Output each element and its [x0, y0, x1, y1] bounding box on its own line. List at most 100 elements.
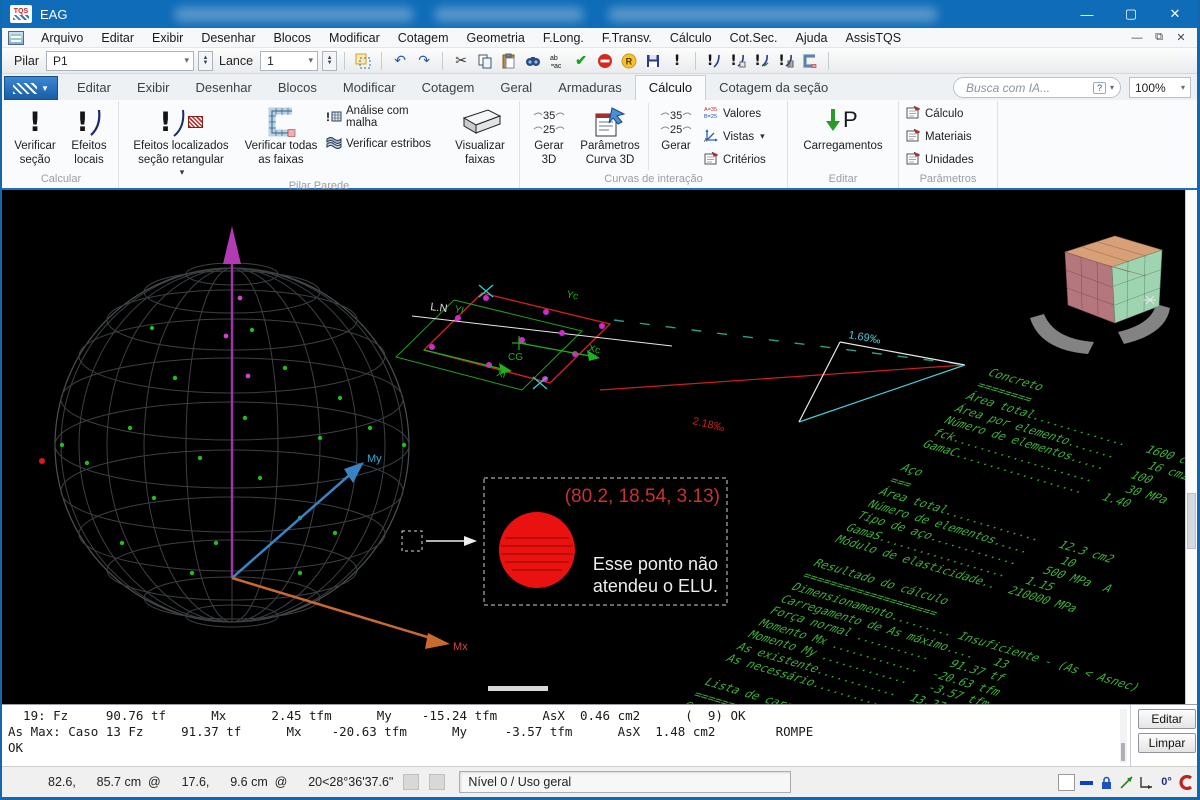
form-hand-icon	[592, 104, 628, 140]
mdi-close-icon[interactable]: ✕	[1173, 31, 1189, 44]
secao-tool-icon-1[interactable]: !	[704, 51, 724, 71]
output-editar-button[interactable]: Editar	[1138, 709, 1196, 729]
carregamentos-button[interactable]: P Carregamentos	[791, 101, 895, 155]
paste-icon[interactable]	[499, 51, 519, 71]
tab-exibir[interactable]: Exibir	[124, 76, 183, 100]
gerar-3d-button[interactable]: 3525 Gerar 3D	[523, 101, 575, 168]
vistas-button[interactable]: A Vistas	[700, 127, 784, 146]
pilar-label: Pilar	[10, 54, 44, 68]
parametros-calculo-button[interactable]: Cálculo	[902, 104, 994, 123]
menu-cotagem[interactable]: Cotagem	[389, 29, 458, 47]
tab-armaduras[interactable]: Armaduras	[545, 76, 635, 100]
parametros-materiais-button[interactable]: Materiais	[902, 127, 994, 146]
menu-cotsec[interactable]: Cot.Sec.	[721, 29, 787, 47]
r-revision-icon[interactable]: R	[619, 51, 639, 71]
menu-geometria[interactable]: Geometria	[458, 29, 534, 47]
menu-blocos[interactable]: Blocos	[265, 29, 321, 47]
h-scroll-thumb[interactable]	[488, 686, 548, 691]
find-icon[interactable]	[523, 51, 543, 71]
viewport-3d[interactable]: My Mx	[2, 190, 1197, 704]
pilar-value: P1	[53, 54, 68, 68]
status-toggle-2[interactable]	[429, 774, 445, 790]
menu-arquivo[interactable]: Arquivo	[32, 29, 92, 47]
stop-icon[interactable]	[595, 51, 615, 71]
maximize-button[interactable]: ▢	[1109, 0, 1153, 28]
callout-message-line2: atendeu o ELU.	[593, 576, 718, 596]
ortho-diagonal-icon[interactable]	[1118, 774, 1135, 791]
canvas-vertical-scrollbar[interactable]	[1185, 190, 1197, 704]
v-scroll-thumb[interactable]	[1187, 493, 1196, 549]
redo-icon[interactable]: ↷	[414, 51, 434, 71]
angle-axis-icon[interactable]	[1138, 774, 1155, 791]
cut-icon[interactable]: ✂	[451, 51, 471, 71]
mdi-minimize-icon[interactable]: —	[1129, 32, 1145, 44]
save-icon[interactable]	[643, 51, 663, 71]
menu-calculo[interactable]: Cálculo	[661, 29, 721, 47]
menu-ftransv[interactable]: F.Transv.	[593, 29, 661, 47]
valores-button[interactable]: A=35B=25 Valores	[700, 104, 784, 123]
efeitos-localizados-button[interactable]: ! Efeitos localizados seção retangular	[122, 101, 240, 179]
verificar-todas-faixas-button[interactable]: Verificar todas as faixas	[240, 101, 322, 168]
menu-assistqs[interactable]: AssisTQS	[837, 29, 911, 47]
yc-label: Yc	[565, 289, 579, 302]
tab-modificar[interactable]: Modificar	[330, 76, 409, 100]
replace-icon[interactable]: abac	[547, 51, 567, 71]
secao-tool-icon-3[interactable]: !	[752, 51, 772, 71]
menu-desenhar[interactable]: Desenhar	[192, 29, 264, 47]
color-swatch-icon[interactable]	[1058, 774, 1075, 791]
mdi-restore-icon[interactable]: ⧉	[1151, 31, 1167, 44]
efeitos-locais-button[interactable]: ! Efeitos locais	[63, 101, 115, 168]
tab-cotagem[interactable]: Cotagem	[409, 76, 488, 100]
tab-desenhar[interactable]: Desenhar	[182, 76, 264, 100]
secao-c-icon[interactable]	[800, 51, 820, 71]
output-limpar-button[interactable]: Limpar	[1138, 733, 1196, 753]
exclamation-icon: !	[29, 104, 41, 140]
pilar-parede-smalls: ! Análise com malha Verificar estribos	[322, 101, 444, 153]
gerar-button[interactable]: 3525 Gerar	[652, 101, 700, 155]
cg-label: CG	[508, 352, 523, 363]
pilar-select[interactable]: P1▾	[46, 51, 194, 71]
check-icon[interactable]: ✔	[571, 51, 591, 71]
layer-field[interactable]: Nível 0 / Uso geral	[459, 771, 791, 793]
parametros-unidades-button[interactable]: Unidades	[902, 150, 994, 169]
menu-exibir[interactable]: Exibir	[143, 29, 192, 47]
menu-modificar[interactable]: Modificar	[320, 29, 389, 47]
tab-blocos[interactable]: Blocos	[265, 76, 330, 100]
lance-select[interactable]: 1▾	[260, 51, 318, 71]
menu-flong[interactable]: F.Long.	[534, 29, 593, 47]
exclamation-hatch-icon: !	[159, 104, 202, 140]
menu-editar[interactable]: Editar	[92, 29, 143, 47]
zoom-select[interactable]: 100%▾	[1129, 77, 1191, 98]
angle-zero-icon[interactable]: 0°	[1158, 774, 1175, 791]
secao-tool-icon-4[interactable]: !	[776, 51, 796, 71]
tab-editar[interactable]: Editar	[64, 76, 124, 100]
parametros-curva-3d-button[interactable]: Parâmetros Curva 3D	[575, 101, 645, 168]
selection-grid-icon[interactable]	[353, 51, 373, 71]
visualizar-faixas-button[interactable]: Visualizar faixas	[444, 101, 516, 168]
verificar-estribos-button[interactable]: Verificar estribos	[322, 134, 444, 153]
criterios-button[interactable]: Critérios	[700, 150, 784, 169]
ai-search-input[interactable]: Busca com IA... ?▾	[953, 77, 1121, 98]
tab-geral[interactable]: Geral	[487, 76, 545, 100]
tqs-menu-button[interactable]: ▼	[4, 76, 58, 100]
output-scrollbar[interactable]	[1120, 709, 1127, 763]
undo-icon[interactable]: ↶	[390, 51, 410, 71]
status-toggle-1[interactable]	[403, 774, 419, 790]
close-button[interactable]: ✕	[1153, 0, 1197, 28]
lance-stepper[interactable]: ▲▼	[322, 51, 337, 71]
analise-com-malha-button[interactable]: ! Análise com malha	[322, 104, 444, 130]
minimize-button[interactable]: —	[1065, 0, 1109, 28]
lock-icon[interactable]	[1098, 774, 1115, 791]
verificar-pilar-icon[interactable]: !	[667, 51, 687, 71]
menu-ajuda[interactable]: Ajuda	[787, 29, 837, 47]
help-icon[interactable]: ?	[1093, 82, 1106, 94]
secao-tool-icon-2[interactable]: !	[728, 51, 748, 71]
verificar-secao-button[interactable]: ! Verificar seção	[7, 101, 63, 168]
orbit-cube[interactable]	[1030, 236, 1170, 354]
snap-magnet-icon[interactable]	[1178, 774, 1195, 791]
tab-cotagem-da-secao[interactable]: Cotagem da seção	[706, 76, 841, 100]
copy-icon[interactable]	[475, 51, 495, 71]
tab-calculo[interactable]: Cálculo	[635, 75, 706, 100]
pilar-stepper[interactable]: ▲▼	[198, 51, 213, 71]
line-style-icon[interactable]	[1078, 774, 1095, 791]
